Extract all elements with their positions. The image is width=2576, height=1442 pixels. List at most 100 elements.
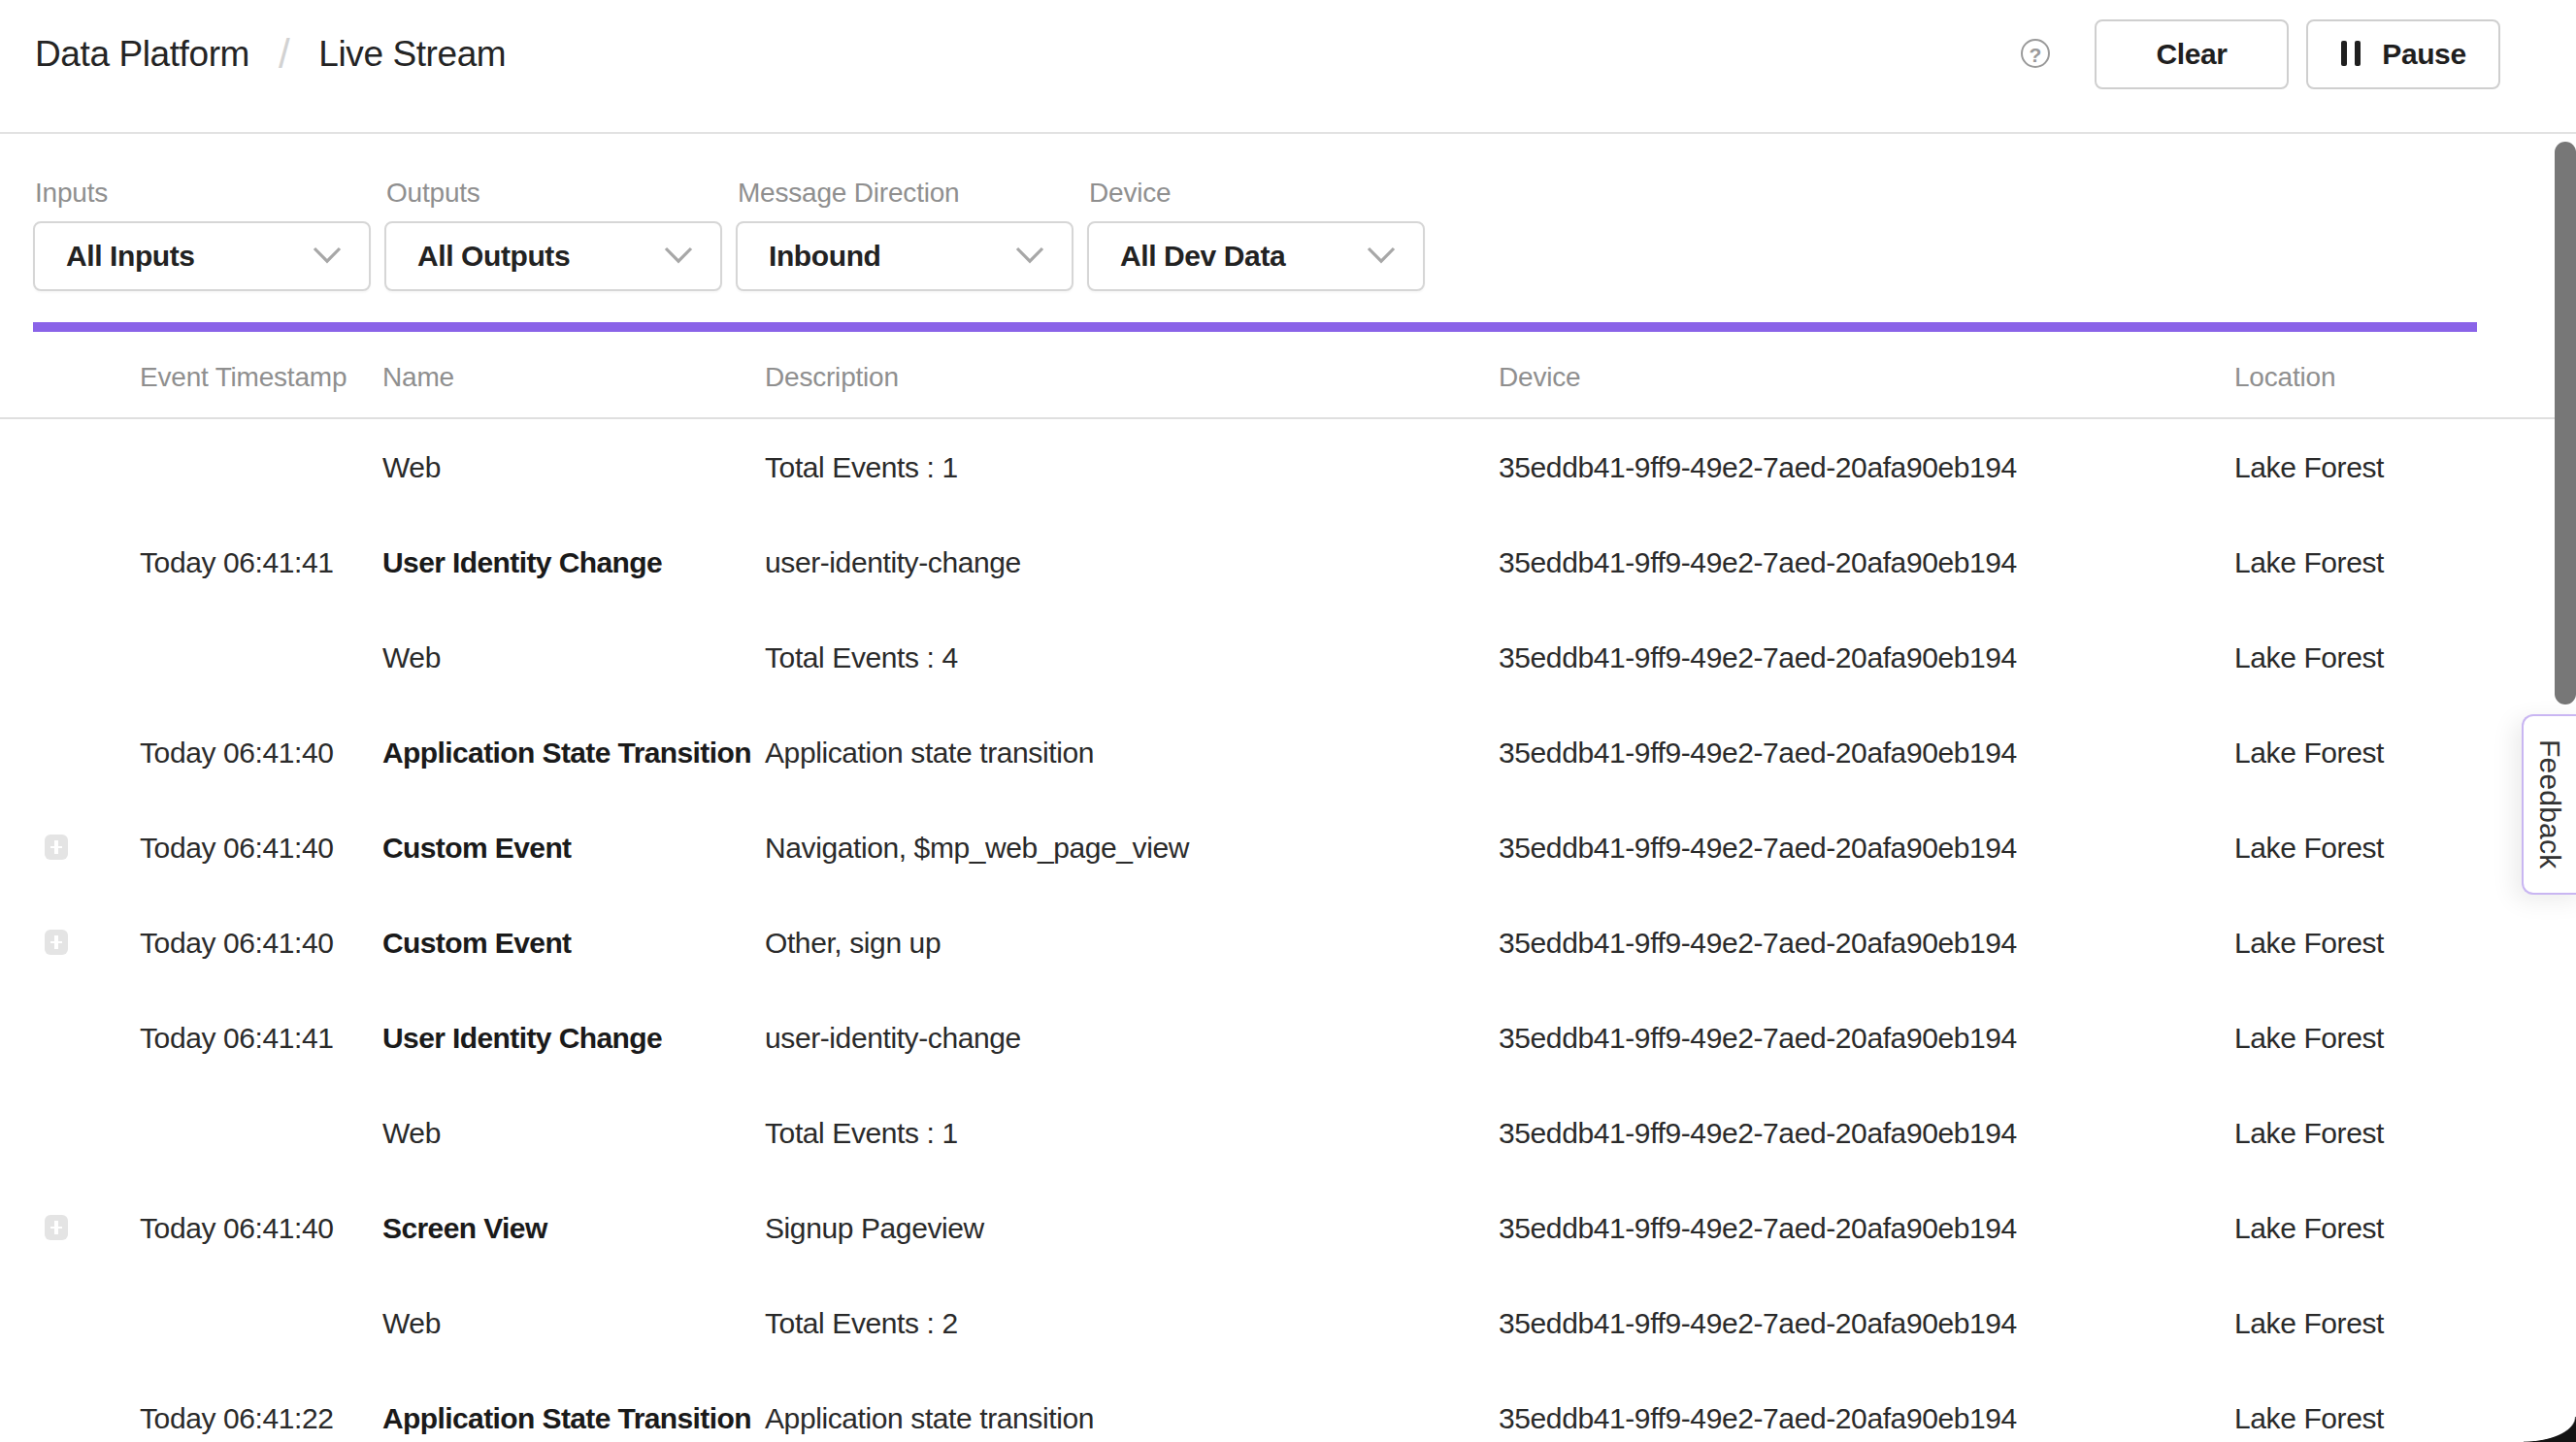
- filter-group-message-direction: Message Direction Inbound: [736, 133, 1073, 290]
- event-timestamp: Today 06:41:40: [140, 1211, 382, 1244]
- scrollbar-thumb[interactable]: [2554, 141, 2575, 704]
- chevron-down-icon: [1367, 246, 1396, 264]
- top-bar: Data Platform / Live Stream ? Clear Paus…: [0, 0, 2576, 133]
- event-timestamp: Today 06:41:22: [140, 1401, 382, 1434]
- event-description: Total Events : 4: [765, 640, 1499, 673]
- col-location: Location: [2234, 361, 2576, 392]
- event-location: Lake Forest: [2234, 1021, 2576, 1054]
- event-timestamp: Today 06:41:40: [140, 926, 382, 959]
- breadcrumb: Data Platform / Live Stream: [35, 31, 506, 78]
- breadcrumb-data-platform[interactable]: Data Platform: [35, 33, 249, 76]
- filter-label-outputs: Outputs: [386, 176, 722, 207]
- expand-plus-icon[interactable]: [45, 835, 68, 860]
- event-name: Application State Transition: [382, 736, 765, 769]
- event-timestamp: Today 06:41:40: [140, 736, 382, 769]
- chevron-down-icon: [664, 246, 693, 264]
- filter-group-outputs: Outputs All Outputs: [384, 133, 722, 290]
- event-device: 35eddb41-9ff9-49e2-7aed-20afa90eb194: [1499, 640, 2234, 673]
- col-device: Device: [1499, 361, 2234, 392]
- table-row[interactable]: Today 06:41:41 User Identity Change user…: [0, 990, 2576, 1085]
- event-location: Lake Forest: [2234, 1116, 2576, 1149]
- event-location: Lake Forest: [2234, 1306, 2576, 1339]
- event-device: 35eddb41-9ff9-49e2-7aed-20afa90eb194: [1499, 1306, 2234, 1339]
- table-row[interactable]: Today 06:41:40 Screen View Signup Pagevi…: [0, 1180, 2576, 1275]
- filter-group-device: Device All Dev Data: [1087, 133, 1425, 290]
- event-name: Custom Event: [382, 831, 765, 864]
- event-description: Total Events : 1: [765, 1116, 1499, 1149]
- table-row[interactable]: Today 06:41:40 Custom Event Navigation, …: [0, 800, 2576, 895]
- message-direction-select[interactable]: Inbound: [736, 220, 1073, 290]
- pause-button[interactable]: Pause: [2306, 19, 2500, 89]
- event-name: Web: [382, 1306, 765, 1339]
- event-name: User Identity Change: [382, 1021, 765, 1054]
- event-timestamp: Today 06:41:41: [140, 1021, 382, 1054]
- table-row[interactable]: Web Total Events : 1 35eddb41-9ff9-49e2-…: [0, 1085, 2576, 1180]
- table-row[interactable]: Web Total Events : 4 35eddb41-9ff9-49e2-…: [0, 609, 2576, 705]
- device-select[interactable]: All Dev Data: [1087, 220, 1425, 290]
- filter-label-device: Device: [1089, 176, 1425, 207]
- expand-plus-icon[interactable]: [45, 1215, 68, 1240]
- filter-group-inputs: Inputs All Inputs: [33, 133, 371, 290]
- event-description: Other, sign up: [765, 926, 1499, 959]
- breadcrumb-separator: /: [279, 31, 289, 78]
- events-table: Event Timestamp Name Description Device …: [0, 332, 2576, 1442]
- event-device: 35eddb41-9ff9-49e2-7aed-20afa90eb194: [1499, 831, 2234, 864]
- filter-label-message-direction: Message Direction: [738, 176, 1073, 207]
- event-name: Web: [382, 1116, 765, 1149]
- event-device: 35eddb41-9ff9-49e2-7aed-20afa90eb194: [1499, 1116, 2234, 1149]
- inputs-selected-value: All Inputs: [66, 239, 195, 272]
- device-selected-value: All Dev Data: [1120, 239, 1285, 272]
- expand-plus-icon[interactable]: [45, 930, 68, 955]
- event-device: 35eddb41-9ff9-49e2-7aed-20afa90eb194: [1499, 450, 2234, 483]
- event-description: Navigation, $mp_web_page_view: [765, 831, 1499, 864]
- event-name: Application State Transition: [382, 1401, 765, 1434]
- outputs-select[interactable]: All Outputs: [384, 220, 722, 290]
- event-device: 35eddb41-9ff9-49e2-7aed-20afa90eb194: [1499, 545, 2234, 578]
- event-name: Web: [382, 450, 765, 483]
- breadcrumb-live-stream: Live Stream: [318, 33, 506, 76]
- event-device: 35eddb41-9ff9-49e2-7aed-20afa90eb194: [1499, 1401, 2234, 1434]
- event-description: Application state transition: [765, 736, 1499, 769]
- filter-label-inputs: Inputs: [35, 176, 371, 207]
- chat-bubble-button[interactable]: [2524, 1417, 2576, 1442]
- event-name: User Identity Change: [382, 545, 765, 578]
- col-event-timestamp: Event Timestamp: [140, 361, 382, 392]
- chevron-down-icon: [313, 246, 342, 264]
- event-description: Total Events : 1: [765, 450, 1499, 483]
- outputs-selected-value: All Outputs: [417, 239, 570, 272]
- event-location: Lake Forest: [2234, 926, 2576, 959]
- table-row[interactable]: Today 06:41:40 Application State Transit…: [0, 705, 2576, 800]
- table-row[interactable]: Web Total Events : 1 35eddb41-9ff9-49e2-…: [0, 419, 2576, 514]
- col-description: Description: [765, 361, 1499, 392]
- table-body: Web Total Events : 1 35eddb41-9ff9-49e2-…: [0, 419, 2576, 1442]
- event-description: Signup Pageview: [765, 1211, 1499, 1244]
- clear-button[interactable]: Clear: [2095, 19, 2289, 89]
- filters-bar: Inputs All Inputs Outputs All Outputs Me…: [0, 133, 2576, 290]
- event-device: 35eddb41-9ff9-49e2-7aed-20afa90eb194: [1499, 736, 2234, 769]
- table-header-row: Event Timestamp Name Description Device …: [0, 332, 2576, 420]
- event-device: 35eddb41-9ff9-49e2-7aed-20afa90eb194: [1499, 1211, 2234, 1244]
- event-description: Total Events : 2: [765, 1306, 1499, 1339]
- table-row[interactable]: Today 06:41:22 Application State Transit…: [0, 1370, 2576, 1442]
- event-timestamp: Today 06:41:40: [140, 831, 382, 864]
- help-icon[interactable]: ?: [2021, 40, 2050, 69]
- event-description: user-identity-change: [765, 1021, 1499, 1054]
- event-description: Application state transition: [765, 1401, 1499, 1434]
- inputs-select[interactable]: All Inputs: [33, 220, 371, 290]
- table-row[interactable]: Today 06:41:41 User Identity Change user…: [0, 514, 2576, 609]
- event-description: user-identity-change: [765, 545, 1499, 578]
- event-timestamp: Today 06:41:41: [140, 545, 382, 578]
- table-row[interactable]: Web Total Events : 2 35eddb41-9ff9-49e2-…: [0, 1275, 2576, 1370]
- pause-label: Pause: [2382, 38, 2465, 71]
- feedback-tab[interactable]: Feedback: [2522, 713, 2576, 895]
- col-name: Name: [382, 361, 765, 392]
- event-location: Lake Forest: [2234, 450, 2576, 483]
- event-location: Lake Forest: [2234, 1211, 2576, 1244]
- table-row[interactable]: Today 06:41:40 Custom Event Other, sign …: [0, 895, 2576, 990]
- live-stream-page: Data Platform / Live Stream ? Clear Paus…: [0, 0, 2576, 1442]
- stream-active-bar: [33, 323, 2477, 332]
- event-location: Lake Forest: [2234, 640, 2576, 673]
- event-location: Lake Forest: [2234, 545, 2576, 578]
- chevron-down-icon: [1015, 246, 1044, 264]
- event-device: 35eddb41-9ff9-49e2-7aed-20afa90eb194: [1499, 926, 2234, 959]
